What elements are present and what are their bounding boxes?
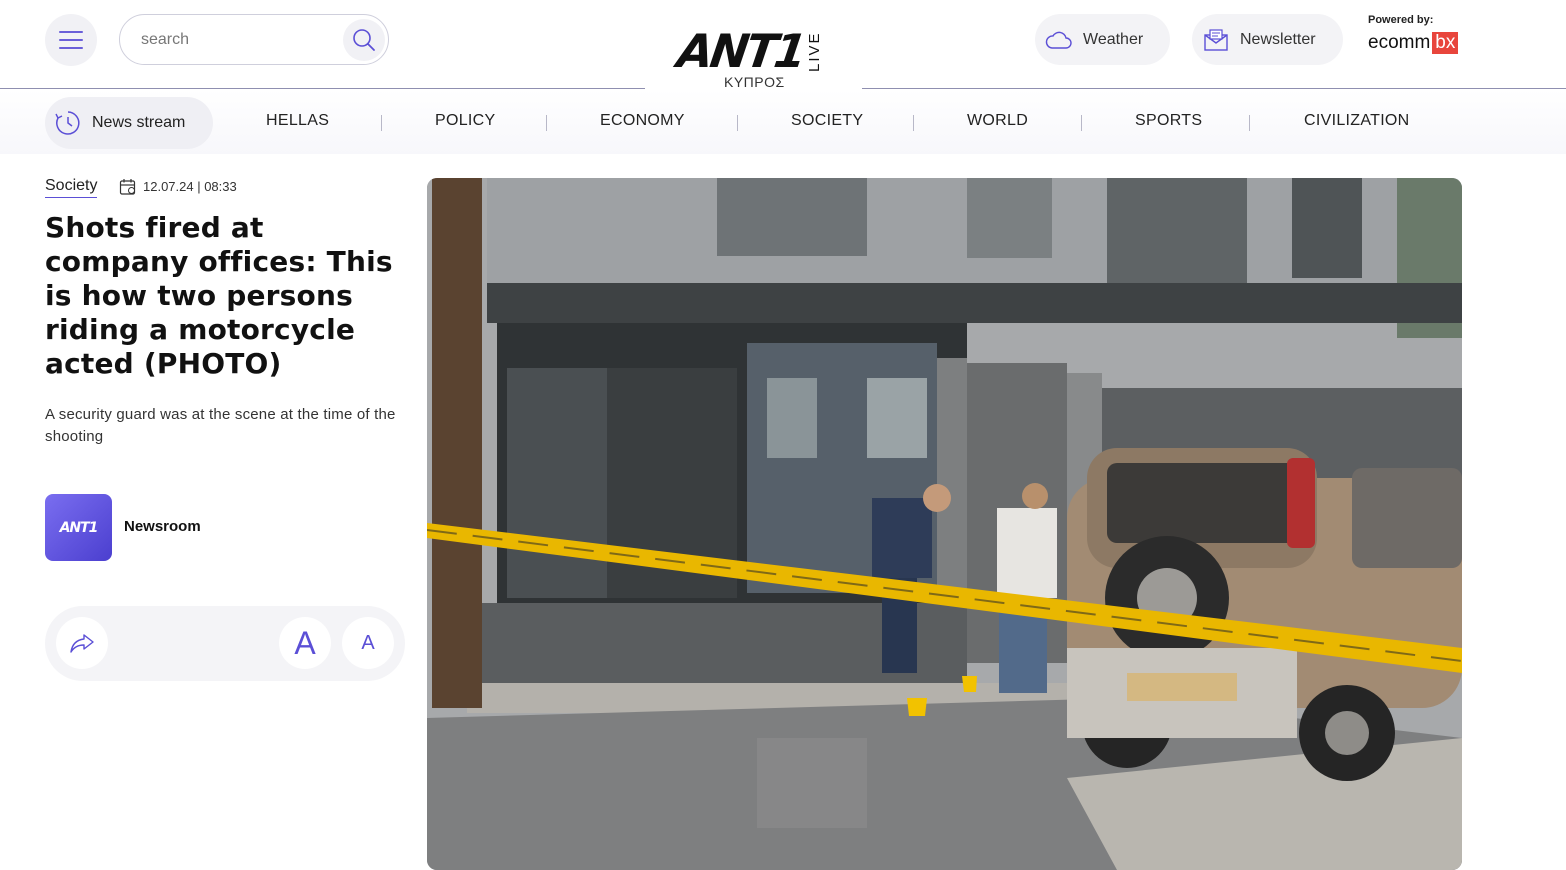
- calendar-icon: [119, 179, 136, 195]
- nav-separator: [546, 115, 547, 131]
- logo-subtitle: ΚΥΠΡΟΣ: [724, 74, 785, 90]
- nav-item-policy[interactable]: POLICY: [435, 112, 496, 130]
- nav-separator: [737, 115, 738, 131]
- menu-button[interactable]: [45, 14, 97, 66]
- nav-item-sports[interactable]: SPORTS: [1135, 112, 1202, 130]
- logo-live-badge: LIVE: [806, 31, 823, 72]
- weather-button[interactable]: Weather: [1035, 14, 1170, 65]
- powered-brand-suffix: bx: [1432, 32, 1459, 54]
- header-divider-right: [862, 88, 1566, 89]
- news-stream-label: News stream: [92, 114, 186, 131]
- search-icon: [353, 29, 375, 51]
- share-button[interactable]: [56, 617, 108, 669]
- nav-item-civilization[interactable]: CIVILIZATION: [1304, 112, 1410, 130]
- site-logo[interactable]: ANT1 LIVE ΚΥΠΡΟΣ: [674, 6, 836, 92]
- crime-scene-photo: [427, 178, 1462, 870]
- nav-separator: [913, 115, 914, 131]
- newsletter-button[interactable]: Newsletter: [1192, 14, 1343, 65]
- logo-main: ANT1: [674, 24, 808, 78]
- powered-by-label: Powered by:: [1368, 14, 1434, 26]
- article-subtitle: A security guard was at the scene at the…: [45, 406, 396, 445]
- search-box: [119, 14, 389, 65]
- header-divider-left: [0, 88, 645, 89]
- hamburger-menu-icon: [59, 31, 83, 33]
- article-title: Shots fired at company offices: This is …: [45, 211, 393, 380]
- share-icon: [70, 634, 94, 653]
- author-name[interactable]: Newsroom: [124, 518, 201, 535]
- nav-separator: [1249, 115, 1250, 131]
- article-tools: A A: [45, 606, 405, 681]
- article-category[interactable]: Society: [45, 177, 98, 198]
- search-input[interactable]: [141, 29, 341, 51]
- site-header: ANT1 LIVE ΚΥΠΡΟΣ Weather Newsletter Powe…: [0, 0, 1566, 90]
- font-decrease-button[interactable]: A: [342, 617, 394, 669]
- powered-by[interactable]: Powered by: ecomm bx: [1368, 14, 1459, 54]
- font-increase-button[interactable]: A: [279, 617, 331, 669]
- cloud-icon: [1045, 31, 1072, 49]
- search-button[interactable]: [343, 19, 385, 61]
- clock-icon: [55, 111, 80, 135]
- nav-item-economy[interactable]: ECONOMY: [600, 112, 685, 130]
- weather-label: Weather: [1083, 30, 1144, 48]
- envelope-icon: [1204, 28, 1228, 51]
- article-hero-image: [427, 178, 1462, 870]
- news-stream-button[interactable]: News stream: [45, 97, 213, 149]
- newsletter-label: Newsletter: [1240, 30, 1316, 48]
- main-nav: News stream HELLAS POLICY ECONOMY SOCIET…: [0, 90, 1566, 154]
- powered-by-brand: ecomm bx: [1368, 32, 1459, 54]
- nav-separator: [1081, 115, 1082, 131]
- author-avatar[interactable]: ANT1: [45, 494, 112, 561]
- powered-brand-name: ecomm: [1368, 32, 1431, 53]
- nav-item-society[interactable]: SOCIETY: [791, 112, 863, 130]
- article-date: 12.07.24 | 08:33: [143, 179, 237, 194]
- nav-separator: [381, 115, 382, 131]
- nav-item-hellas[interactable]: HELLAS: [266, 112, 329, 130]
- author-avatar-text: ANT1: [59, 519, 99, 536]
- nav-item-world[interactable]: WORLD: [967, 112, 1028, 130]
